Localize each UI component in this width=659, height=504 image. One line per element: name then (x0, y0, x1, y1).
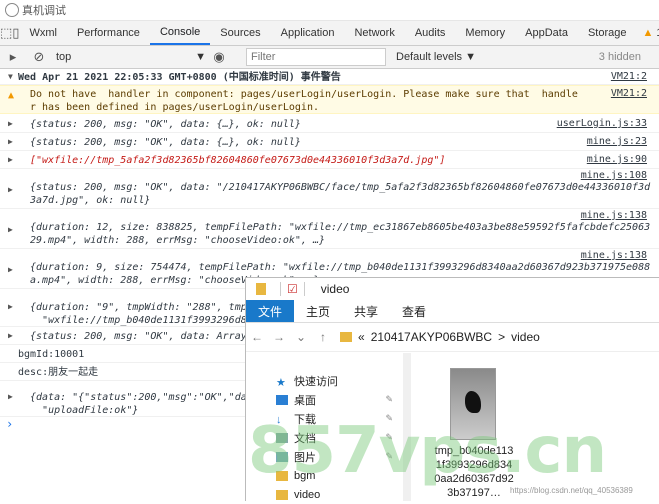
expand-arrow-icon[interactable]: ▶ (8, 119, 13, 128)
tab-audits[interactable]: Audits (405, 21, 456, 45)
warning-icon: ▲ (642, 27, 654, 39)
tab-application[interactable]: Application (271, 21, 345, 45)
devtools-tabs: ⬚ ▯ Wxml Performance Console Sources App… (0, 21, 659, 46)
expand-arrow-icon[interactable]: ▶ (8, 302, 13, 311)
window-title: 真机调试 (22, 5, 66, 17)
warning-icon: ▲ (8, 90, 15, 101)
nav-quick-access[interactable]: ★ 快速访问 (246, 371, 401, 390)
log-levels-select[interactable]: Default levels ▼ (396, 51, 476, 63)
watermark: 857vps.cn (248, 414, 607, 488)
device-toggle-icon[interactable]: ▯ (12, 21, 19, 45)
app-icon (5, 3, 19, 17)
forward-arrow-icon[interactable]: → (268, 330, 290, 344)
explorer-title: video (320, 282, 350, 296)
hidden-count: 3 hidden (598, 51, 641, 63)
ribbon-tab-share[interactable]: 共享 (342, 300, 390, 322)
ribbon-tab-file[interactable]: 文件 (246, 300, 295, 322)
console-message[interactable]: ▶ {status: 200, msg: "OK", data: {…}, ok… (0, 115, 659, 133)
context-select[interactable]: top ▼ (56, 51, 206, 63)
eye-icon[interactable]: ◉ (206, 49, 232, 65)
chevron-down-icon[interactable]: ⌄ (290, 330, 312, 344)
clear-console-icon[interactable]: ⊘ (26, 49, 52, 65)
credit-text: https://blog.csdn.net/qq_40536389 (510, 486, 633, 495)
up-arrow-icon[interactable]: ↑ (312, 330, 334, 344)
folder-icon (276, 489, 288, 500)
console-message[interactable]: ▶ ["wxfile://tmp_5afa2f3d82365bf82604860… (0, 151, 659, 169)
console-message[interactable]: ▶ {duration: 12, size: 838825, tempFileP… (0, 209, 659, 249)
explorer-title-bar: ☑ video (246, 278, 659, 300)
console-group[interactable]: ▼ Wed Apr 21 2021 22:05:33 GMT+0800 (中国标… (0, 69, 659, 85)
back-arrow-icon[interactable]: ← (246, 330, 268, 344)
star-icon: ★ (276, 376, 286, 389)
console-message[interactable]: ▶ {status: 200, msg: "OK", data: {…}, ok… (0, 133, 659, 151)
nav-desktop[interactable]: 桌面 ✎ (246, 390, 401, 409)
expand-arrow-icon[interactable]: ▶ (8, 137, 13, 146)
console-warning[interactable]: ▲ Do not have handler in component: page… (0, 85, 659, 114)
folder-icon (256, 283, 266, 295)
checkbox-icon[interactable]: ☑ (287, 282, 298, 296)
explorer-ribbon: 文件 主页 共享 查看 (246, 300, 659, 323)
console-toolbar: ▸ ⊘ top ▼ ◉ Default levels ▼ 3 hidden (0, 46, 659, 69)
warning-badge[interactable]: ▲ 1 (636, 21, 659, 45)
breadcrumb[interactable]: « 210417AKYP06BWBC > video (340, 330, 540, 344)
console-message[interactable]: ▶ {status: 200, msg: "OK", data: "/21041… (0, 169, 659, 209)
tab-appdata[interactable]: AppData (515, 21, 578, 45)
ribbon-tab-home[interactable]: 主页 (294, 300, 342, 322)
expand-arrow-icon[interactable]: ▶ (8, 225, 13, 234)
expand-arrow-icon[interactable]: ▶ (8, 331, 13, 340)
expand-arrow-icon[interactable]: ▶ (8, 155, 13, 164)
chevron-down-icon: ▼ (195, 51, 206, 63)
pin-icon[interactable]: ✎ (385, 394, 393, 405)
ribbon-tab-view[interactable]: 查看 (390, 300, 438, 322)
expand-arrow-icon[interactable]: ▶ (8, 265, 13, 274)
tab-console[interactable]: Console (149, 21, 211, 45)
console-prompt[interactable]: › (6, 417, 13, 431)
desktop-icon (276, 394, 288, 405)
inspect-icon[interactable]: ⬚ (0, 21, 12, 45)
filter-input[interactable] (246, 48, 386, 66)
tab-storage[interactable]: Storage (578, 21, 637, 45)
expand-arrow-icon[interactable]: ▶ (8, 185, 13, 194)
tab-network[interactable]: Network (344, 21, 404, 45)
tab-performance[interactable]: Performance (67, 21, 150, 45)
expand-arrow-icon[interactable]: ▶ (8, 392, 13, 401)
tab-wxml[interactable]: Wxml (19, 21, 67, 45)
tab-sources[interactable]: Sources (210, 21, 270, 45)
folder-icon (340, 332, 352, 342)
tab-memory[interactable]: Memory (455, 21, 515, 45)
context-value: top (56, 51, 72, 63)
title-bar: 真机调试 (0, 0, 659, 21)
explorer-address-bar: ← → ⌄ ↑ « 210417AKYP06BWBC > video (246, 323, 659, 352)
sidebar-toggle-icon[interactable]: ▸ (0, 49, 26, 65)
collapse-arrow-icon[interactable]: ▼ (8, 72, 13, 81)
